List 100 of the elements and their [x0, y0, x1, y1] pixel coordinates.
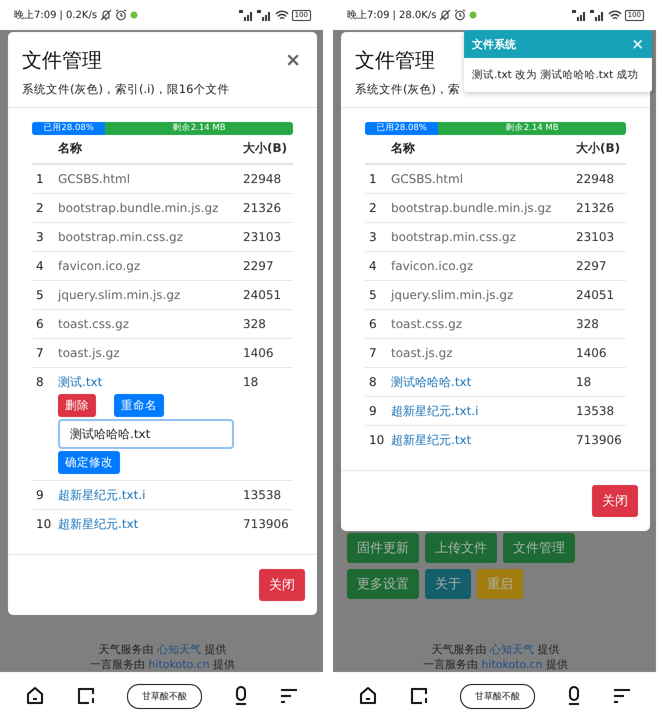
file-link[interactable]: 测试哈哈哈.txt: [391, 374, 472, 390]
file-size: 713906: [576, 432, 623, 448]
close-button[interactable]: 关闭: [259, 569, 305, 601]
row-number: 6: [35, 316, 45, 332]
dialog-subtitle: 系统文件(灰色)，索: [355, 82, 461, 97]
row-number: 6: [368, 316, 378, 332]
muted-bell-icon: [100, 9, 112, 21]
alarm-icon: [115, 9, 128, 21]
column-header: 名称: [391, 140, 416, 157]
used-storage-fill: 已用28.08%: [365, 122, 438, 135]
delete-button[interactable]: 删除: [58, 394, 96, 417]
file-name: bootstrap.bundle.min.js.gz: [391, 200, 552, 216]
file-name: favicon.ico.gz: [391, 258, 474, 274]
search-pill[interactable]: 甘草酸不酸: [460, 684, 535, 708]
status-time: 晚上7:09: [14, 8, 56, 22]
file-size: 1406: [576, 345, 608, 361]
row-number: 5: [368, 287, 378, 303]
file-name: toast.js.gz: [58, 345, 120, 361]
file-size: 22948: [243, 171, 282, 187]
row-number: 10: [35, 516, 52, 532]
file-name: bootstrap.min.css.gz: [391, 229, 516, 245]
free-storage-label: 剩余2.14 MB: [504, 122, 560, 135]
search-pill[interactable]: 甘草酸不酸: [126, 684, 202, 708]
rename-button[interactable]: 重命名: [114, 394, 164, 417]
row-number: 3: [35, 229, 45, 245]
file-name: GCSBS.html: [391, 171, 464, 187]
file-size: 23103: [576, 229, 616, 245]
file-size: 328: [243, 316, 267, 332]
credit-text: 天气服务由 心知天气 提供: [430, 642, 560, 657]
file-size: 2297: [576, 258, 608, 274]
file-link[interactable]: 测试.txt: [58, 374, 102, 390]
network-speed: | 0.2K/s: [59, 10, 98, 20]
menu-button[interactable]: 上传文件: [425, 533, 497, 563]
app-dot-icon: [130, 11, 138, 19]
alarm-icon: [454, 9, 466, 21]
row-number: 1: [368, 171, 378, 187]
menu-button[interactable]: 关于: [425, 569, 471, 599]
file-size: 13538: [576, 403, 616, 419]
row-number: 5: [35, 287, 45, 303]
file-link[interactable]: 超新星纪元.txt: [391, 432, 472, 448]
file-link[interactable]: 超新星纪元.txt.i: [391, 403, 478, 419]
menu-button[interactable]: 更多设置: [347, 569, 419, 599]
home-icon[interactable]: [358, 686, 378, 706]
file-size: 2297: [243, 258, 275, 274]
app-dot-icon: [469, 11, 478, 19]
toast-title: 文件系统: [472, 36, 517, 52]
square-icon[interactable]: [76, 686, 96, 706]
file-size: 328: [576, 316, 600, 332]
wifi-icon: [608, 10, 622, 20]
row-number: 7: [368, 345, 378, 361]
column-header: 名称: [58, 140, 83, 157]
row-number: 2: [368, 200, 378, 216]
file-name: jquery.slim.min.js.gz: [391, 287, 514, 303]
menu-icon[interactable]: [280, 688, 298, 704]
file-name: bootstrap.bundle.min.js.gz: [58, 200, 218, 216]
file-link[interactable]: 超新星纪元.txt: [58, 516, 138, 532]
file-size: 13538: [243, 487, 282, 503]
muted-bell-icon: [439, 9, 452, 21]
file-size: 1406: [243, 345, 275, 361]
rename-input-field[interactable]: 测试哈哈哈.txt: [58, 419, 234, 449]
file-name: jquery.slim.min.js.gz: [58, 287, 180, 303]
free-storage-label: 剩余2.14 MB: [172, 122, 227, 135]
row-number: 4: [35, 258, 45, 274]
file-size: 24051: [576, 287, 616, 303]
file-name: toast.css.gz: [58, 316, 130, 332]
file-size: 23103: [243, 229, 282, 245]
home-icon[interactable]: [25, 686, 46, 706]
square-icon[interactable]: [409, 686, 430, 706]
wifi-icon: [274, 10, 289, 20]
column-header: 大小(B): [243, 140, 288, 157]
row-number: 8: [35, 374, 45, 391]
row-number: 2: [35, 200, 45, 216]
file-size: 22948: [576, 171, 616, 187]
file-name: favicon.ico.gz: [58, 258, 140, 274]
file-name: bootstrap.min.css.gz: [58, 229, 183, 245]
signal-icon: [572, 10, 587, 20]
toast-message: 测试.txt 改为 测试哈哈哈.txt 成功: [471, 68, 640, 83]
row-number: 9: [368, 403, 378, 419]
credit-text: 天气服务由 心知天气 提供: [98, 642, 228, 657]
file-size: 24051: [243, 287, 282, 303]
dialog-title: 文件管理: [22, 47, 102, 74]
close-button[interactable]: 关闭: [592, 485, 638, 517]
menu-button[interactable]: 固件更新: [347, 533, 419, 563]
signal-icon: [256, 10, 272, 20]
used-storage-fill: 已用28.08%: [32, 122, 106, 135]
menu-icon[interactable]: [612, 688, 631, 704]
credit-text: 一言服务由 hitokoto.cn 提供: [88, 657, 236, 672]
file-size: 713906: [243, 516, 290, 532]
status-time: 晚上7:09: [347, 8, 390, 22]
menu-button[interactable]: 文件管理: [503, 533, 575, 563]
file-size: 21326: [576, 200, 616, 216]
row-number: 8: [368, 374, 378, 390]
file-name: GCSBS.html: [58, 171, 130, 187]
row-number: 10: [368, 432, 386, 448]
network-speed: | 28.0K/s: [392, 10, 436, 20]
credit-text: 一言服务由 hitokoto.cn 提供: [422, 657, 570, 672]
file-link[interactable]: 超新星纪元.txt.i: [58, 487, 146, 503]
confirm-button[interactable]: 确定修改: [58, 451, 120, 474]
dialog-title: 文件管理: [355, 47, 435, 74]
row-number: 3: [368, 229, 378, 245]
